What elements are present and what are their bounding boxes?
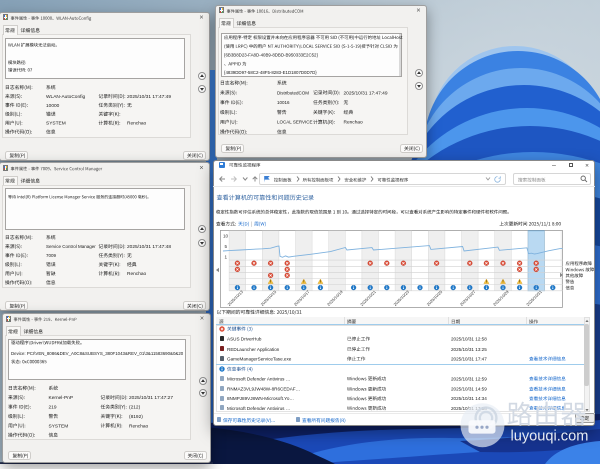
svg-text:luyouqi.com: luyouqi.com — [511, 429, 589, 445]
